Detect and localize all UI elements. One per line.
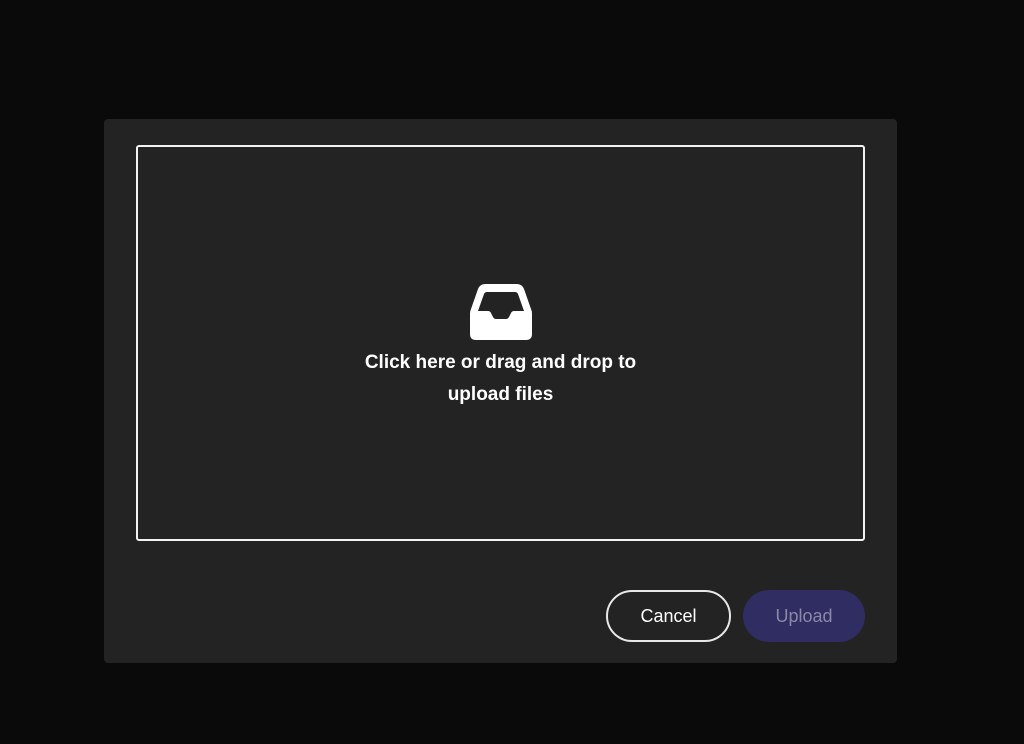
upload-button[interactable]: Upload <box>743 590 865 642</box>
dropzone-content: Click here or drag and drop to upload fi… <box>138 283 863 411</box>
inbox-tray-icon <box>469 284 532 340</box>
cancel-button[interactable]: Cancel <box>606 590 731 642</box>
dialog-actions: Cancel Upload <box>606 590 865 642</box>
upload-dialog: Click here or drag and drop to upload fi… <box>104 119 897 663</box>
file-dropzone[interactable]: Click here or drag and drop to upload fi… <box>136 145 865 541</box>
dropzone-instruction: Click here or drag and drop to upload fi… <box>364 352 637 405</box>
